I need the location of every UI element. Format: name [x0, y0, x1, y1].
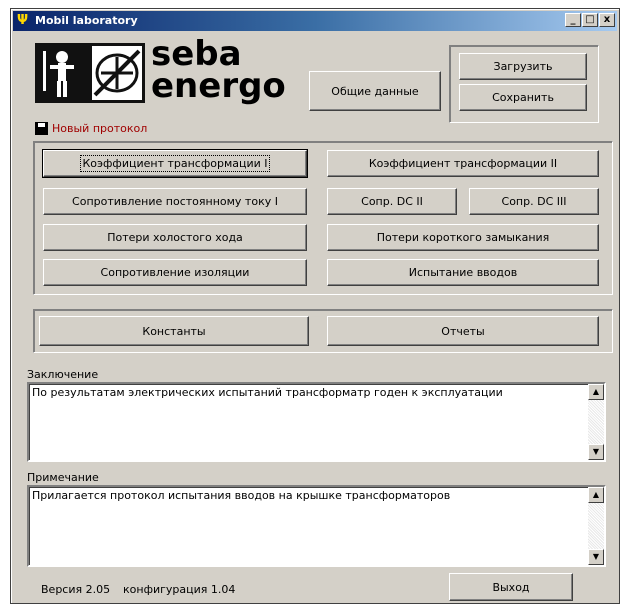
new-protocol-label: Новый протокол	[52, 122, 148, 135]
transformer-icon	[90, 44, 144, 102]
notes-scrollbar[interactable]: ▲ ▼	[588, 487, 604, 565]
minimize-button[interactable]: _	[565, 13, 581, 27]
save-button[interactable]: Сохранить	[459, 84, 587, 111]
scroll-up-icon[interactable]: ▲	[588, 487, 604, 503]
window-title: Mobil laboratory	[35, 14, 138, 27]
load-button[interactable]: Загрузить	[459, 53, 587, 80]
reports-button[interactable]: Отчеты	[327, 316, 599, 346]
general-data-button[interactable]: Общие данные	[309, 71, 441, 111]
bushing-test-button[interactable]: Испытание вводов	[327, 259, 599, 286]
new-protocol-indicator: Новый протокол	[35, 122, 147, 135]
worker-icon	[37, 45, 87, 101]
brand-line2: energo	[151, 66, 286, 106]
notes-label: Примечание	[27, 471, 99, 484]
dc-resistance-3-button[interactable]: Сопр. DC III	[469, 188, 599, 215]
conclusion-label: Заключение	[27, 368, 99, 381]
notes-text: Прилагается протокол испытания вводов на…	[32, 489, 451, 502]
insulation-resistance-button[interactable]: Сопротивление изоляции	[43, 259, 307, 286]
conclusion-text: По результатам электрических испытаний т…	[32, 386, 503, 399]
coef-transform-2-button[interactable]: Коэффициент трансформации II	[327, 150, 599, 177]
noload-loss-button[interactable]: Потери холостого хода	[43, 224, 307, 251]
notes-textarea[interactable]: Прилагается протокол испытания вводов на…	[27, 485, 606, 567]
version-label: Версия 2.05	[41, 583, 111, 596]
dc-resistance-1-button[interactable]: Сопротивление постоянному току I	[43, 188, 307, 215]
scroll-down-icon[interactable]: ▼	[588, 549, 604, 565]
constants-button[interactable]: Константы	[39, 316, 309, 346]
scroll-up-icon[interactable]: ▲	[588, 384, 604, 400]
config-label: конфигурация 1.04	[123, 583, 236, 596]
conclusion-textarea[interactable]: По результатам электрических испытаний т…	[27, 382, 606, 462]
floppy-disk-icon	[35, 122, 48, 135]
trident-icon: Ψ	[17, 13, 29, 28]
title-bar[interactable]: Ψ Mobil laboratory _ □ x	[13, 11, 617, 31]
scroll-down-icon[interactable]: ▼	[588, 444, 604, 460]
shortcircuit-loss-button[interactable]: Потери короткого замыкания	[327, 224, 599, 251]
main-window: Ψ Mobil laboratory _ □ x seba energo Общ…	[10, 8, 620, 604]
conclusion-scrollbar[interactable]: ▲ ▼	[588, 384, 604, 460]
company-logo	[35, 43, 145, 103]
exit-button[interactable]: Выход	[449, 573, 573, 601]
maximize-button[interactable]: □	[582, 13, 598, 27]
coef-transform-1-button[interactable]: Коэффициент трансформации I	[42, 149, 308, 178]
close-button[interactable]: x	[599, 13, 615, 27]
dc-resistance-2-button[interactable]: Сопр. DC II	[327, 188, 457, 215]
